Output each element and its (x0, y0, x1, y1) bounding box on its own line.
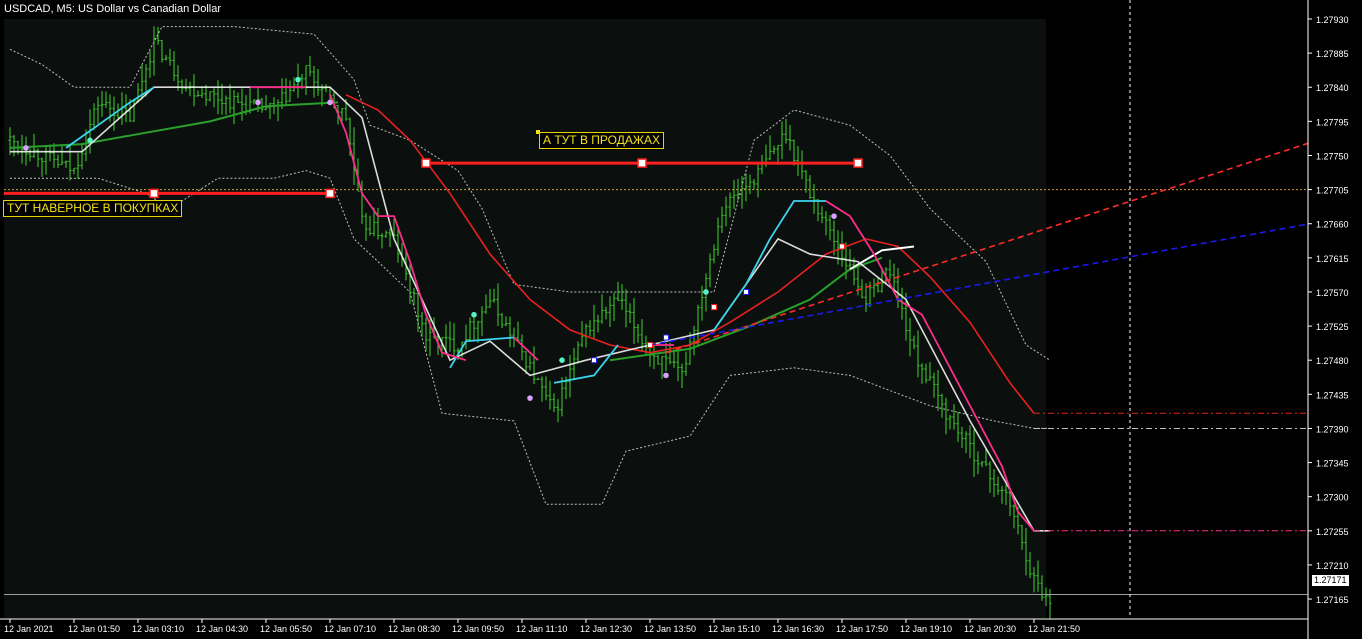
x-tick-label: 12 Jan 19:10 (900, 624, 952, 634)
y-tick-label: 1.27165 (1316, 595, 1349, 605)
y-tick-label: 1.27345 (1316, 459, 1349, 469)
x-tick-label: 12 Jan 09:50 (452, 624, 504, 634)
chart-window[interactable]: 1.27930 1.27885 1.27840 1.27795 1.27750 1.277… (0, 0, 1362, 639)
sell-line-handle (421, 158, 431, 168)
y-tick-label: 1.27255 (1316, 527, 1349, 537)
buy-line-handle (149, 188, 159, 199)
trendline-marker (591, 357, 597, 364)
x-tick-label: 12 Jan 17:50 (836, 624, 888, 634)
y-tick-label: 1.27525 (1316, 322, 1349, 332)
signal-dot (471, 311, 477, 318)
y-tick-label: 1.27480 (1316, 356, 1349, 366)
sell-line-handle (853, 158, 863, 168)
signal-dot (831, 213, 837, 219)
sell-annotation[interactable]: А ТУТ В ПРОДАЖАХ (539, 132, 664, 149)
current-price-badge: 1.27171 (1312, 575, 1349, 586)
sell-line-handle (637, 158, 647, 168)
y-tick-label: 1.27660 (1316, 220, 1349, 230)
x-tick-label: 12 Jan 16:30 (772, 624, 824, 634)
x-tick-label: 12 Jan 20:30 (964, 624, 1016, 634)
trendline-marker (663, 334, 669, 341)
y-tick-label: 1.27570 (1316, 288, 1349, 298)
x-tick-label: 12 Jan 13:50 (644, 624, 696, 634)
y-tick-label: 1.27390 (1316, 424, 1349, 434)
buy-annotation[interactable]: ТУТ НАВЕРНОЕ В ПОКУПКАХ (3, 200, 183, 217)
buy-line-handle (325, 188, 335, 199)
y-tick-label: 1.27435 (1316, 390, 1349, 400)
trendline-marker (839, 243, 845, 250)
signal-dot (295, 76, 301, 83)
trendline-marker (711, 304, 717, 311)
y-tick-label: 1.27840 (1316, 83, 1349, 93)
y-tick-label: 1.27210 (1316, 561, 1349, 571)
signal-dot (87, 137, 93, 144)
trendline-marker (743, 288, 749, 295)
signal-dot (527, 395, 533, 401)
x-tick-label: 12 Jan 2021 (4, 624, 54, 634)
y-tick-label: 1.27795 (1316, 117, 1349, 127)
x-tick-label: 12 Jan 21:50 (1028, 624, 1080, 634)
trendline-marker (647, 342, 653, 349)
chart-title: USDCAD, M5: US Dollar vs Canadian Dollar (4, 3, 222, 15)
y-tick-label: 1.27885 (1316, 49, 1349, 59)
x-tick-label: 12 Jan 07:10 (324, 624, 376, 634)
x-tick-label: 12 Jan 11:10 (516, 624, 567, 634)
y-tick-label: 1.27930 (1316, 15, 1349, 25)
x-tick-label: 12 Jan 04:30 (196, 624, 248, 634)
y-tick-label: 1.27300 (1316, 493, 1349, 503)
price-bar (1048, 588, 1052, 619)
plot-background (4, 19, 1046, 618)
x-tick-label: 12 Jan 03:10 (132, 624, 184, 634)
y-tick-label: 1.27615 (1316, 254, 1349, 264)
x-tick-label: 12 Jan 15:10 (708, 624, 760, 634)
signal-dot (559, 357, 565, 364)
signal-dot (703, 289, 709, 295)
x-tick-label: 12 Jan 01:50 (68, 624, 120, 634)
y-tick-label: 1.27705 (1316, 186, 1349, 196)
signal-dot (327, 99, 333, 106)
signal-dot (255, 99, 261, 106)
price-chart[interactable]: 1.27930 1.27885 1.27840 1.27795 1.27750 1.277… (0, 0, 1362, 639)
signal-dot (23, 145, 29, 151)
y-tick-label: 1.27750 (1316, 151, 1349, 161)
x-tick-label: 12 Jan 08:30 (388, 624, 440, 634)
x-tick-label: 12 Jan 05:50 (260, 624, 312, 634)
x-tick-label: 12 Jan 12:30 (580, 624, 632, 634)
signal-dot (663, 372, 669, 379)
